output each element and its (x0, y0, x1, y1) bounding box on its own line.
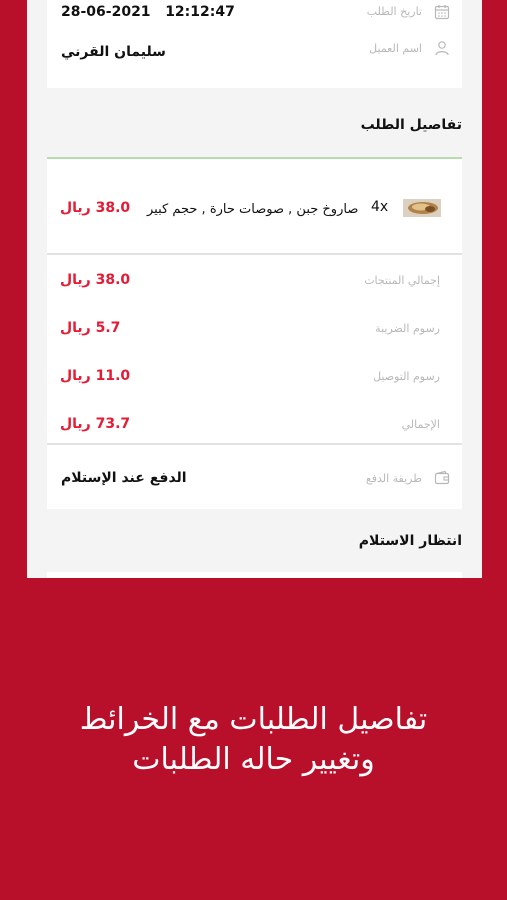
payment-value: الدفع عند الإستلام (61, 470, 187, 486)
item-price: 38.0 ريال (60, 200, 131, 216)
delivery-value: 11.0 ريال (60, 368, 131, 384)
delivery-label: رسوم التوصيل (373, 370, 440, 383)
customer-label: اسم العميل (369, 42, 422, 55)
promo-line-1: تفاصيل الطلبات مع الخرائط (79, 702, 428, 737)
tax-row: 5.7 ريال رسوم الضريبة (47, 318, 462, 340)
delivery-row: 11.0 ريال رسوم التوصيل (47, 366, 462, 388)
item-quantity: 4x (371, 199, 389, 215)
promo-line-2: وتغيير حاله الطلبات (132, 742, 375, 777)
app-screen: 28-06-2021 12:12:47 تاريخ الطلب سليمان ا… (27, 0, 482, 578)
order-details-card: 38.0 ريال صاروخ جبن , صوصات حارة , حجم ك… (47, 159, 462, 509)
customer-row: سليمان القرني اسم العميل (47, 41, 462, 64)
total-row: 73.7 ريال الإجمالي (47, 414, 462, 436)
subtotal-value: 38.0 ريال (60, 272, 131, 288)
calendar-icon (434, 5, 450, 20)
order-item-row[interactable]: 38.0 ريال صاروخ جبن , صوصات حارة , حجم ك… (47, 197, 462, 221)
total-label: الإجمالي (401, 418, 440, 431)
totals-divider (47, 443, 462, 445)
payment-row: الدفع عند الإستلام طريقة الدفع (47, 468, 462, 490)
user-icon (435, 41, 449, 56)
items-divider (47, 253, 462, 255)
order-time-value: 12:12:47 (165, 4, 235, 20)
order-details-title: تفاصيل الطلب (360, 117, 462, 133)
order-status-title: انتظار الاستلام (358, 533, 462, 549)
order-date-row: 28-06-2021 12:12:47 تاريخ الطلب (47, 4, 462, 24)
customer-name: سليمان القرني (61, 44, 166, 60)
status-card (47, 572, 462, 578)
order-datetime: 28-06-2021 12:12:47 (61, 4, 235, 20)
item-thumbnail (403, 199, 441, 217)
order-info-card: 28-06-2021 12:12:47 تاريخ الطلب سليمان ا… (47, 0, 462, 88)
item-name: صاروخ جبن , صوصات حارة , حجم كبير (147, 202, 359, 217)
subtotal-label: إجمالي المنتجات (364, 274, 440, 287)
order-date-label: تاريخ الطلب (366, 5, 422, 18)
payment-label: طريقة الدفع (365, 472, 422, 485)
total-value: 73.7 ريال (60, 416, 131, 432)
tax-value: 5.7 ريال (60, 320, 121, 336)
tax-label: رسوم الضريبة (375, 322, 440, 335)
order-date-value: 28-06-2021 (61, 4, 151, 20)
subtotal-row: 38.0 ريال إجمالي المنتجات (47, 270, 462, 292)
promo-caption: تفاصيل الطلبات مع الخرائط وتغيير حاله ال… (0, 700, 507, 780)
wallet-icon (434, 470, 450, 485)
